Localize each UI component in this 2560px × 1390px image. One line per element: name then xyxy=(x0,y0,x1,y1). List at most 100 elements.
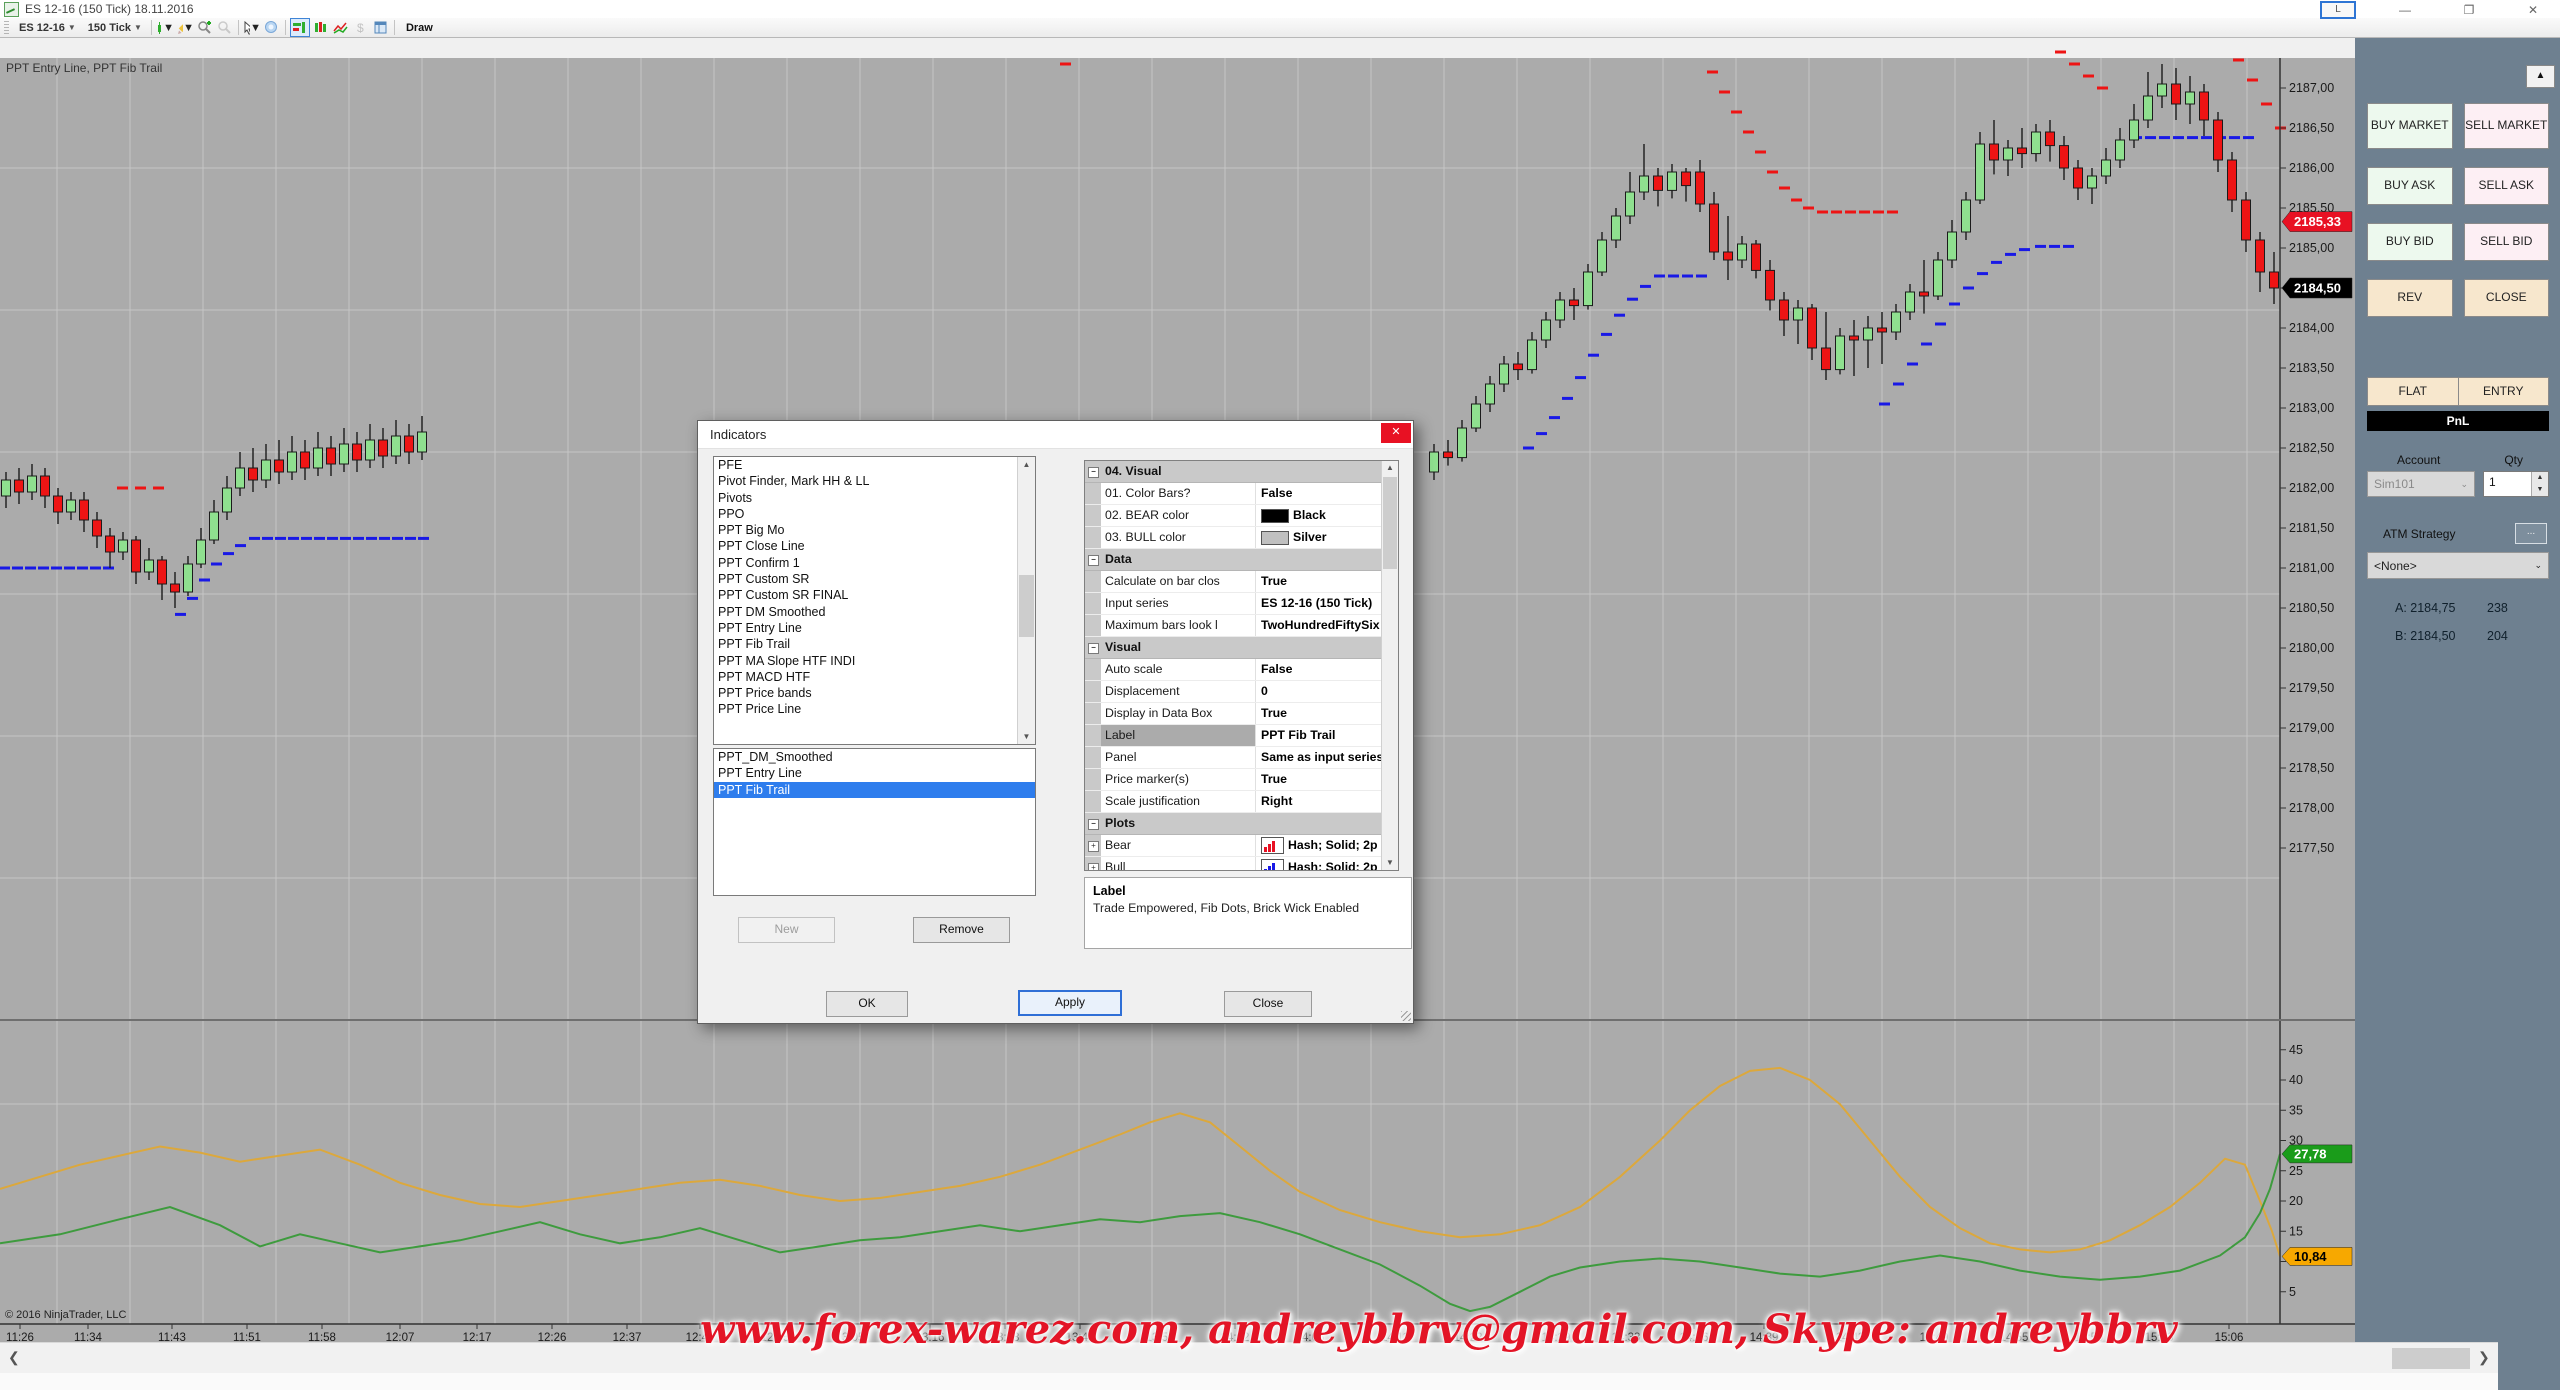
scroll-down-icon[interactable]: ▼ xyxy=(1018,729,1035,744)
zoom-in-button[interactable] xyxy=(196,19,214,36)
qty-up-icon[interactable]: ▲ xyxy=(2532,472,2548,484)
propgrid-scrollbar[interactable]: ▲ ▼ xyxy=(1381,461,1398,870)
buy-bid-button[interactable]: BUY BID xyxy=(2367,223,2453,261)
scrollbar-thumb[interactable] xyxy=(2392,1348,2470,1369)
link-button[interactable]: L xyxy=(2320,1,2356,19)
available-indicator-item[interactable]: PPT DM Smoothed xyxy=(714,604,1035,620)
close-button[interactable]: ✕ xyxy=(2518,3,2548,18)
qty-down-icon[interactable]: ▼ xyxy=(2532,484,2548,496)
property-row[interactable]: +BullHash; Solid; 2p xyxy=(1085,857,1398,871)
scrollbar-thumb[interactable] xyxy=(1019,575,1034,637)
property-row[interactable]: 03. BULL colorSilver xyxy=(1085,527,1398,549)
configured-indicator-item[interactable]: PPT Entry Line xyxy=(714,765,1035,781)
property-row[interactable]: +BearHash; Solid; 2p xyxy=(1085,835,1398,857)
property-row[interactable]: LabelPPT Fib Trail xyxy=(1085,725,1398,747)
data-box-button[interactable] xyxy=(263,19,281,36)
close-dialog-button[interactable]: Close xyxy=(1224,991,1312,1017)
indicator-property-grid[interactable]: −04. Visual01. Color Bars?False02. BEAR … xyxy=(1084,460,1399,871)
dialog-titlebar[interactable]: Indicators ✕ xyxy=(698,421,1413,449)
property-row[interactable]: PanelSame as input series xyxy=(1085,747,1398,769)
dialog-close-button[interactable]: ✕ xyxy=(1381,423,1411,443)
property-row[interactable]: Displacement0 xyxy=(1085,681,1398,703)
scroll-up-icon[interactable]: ▲ xyxy=(1018,457,1035,472)
toolbar-grip[interactable] xyxy=(4,21,9,35)
zoom-out-button[interactable] xyxy=(216,19,234,36)
entry-button[interactable]: ENTRY xyxy=(2458,377,2550,406)
scroll-left-icon[interactable]: ❮ xyxy=(8,1349,20,1366)
pnl-bar[interactable]: PnL xyxy=(2367,411,2549,431)
instrument-selector[interactable]: ES 12-16▼ xyxy=(13,19,82,36)
svg-text:2178,00: 2178,00 xyxy=(2289,801,2334,815)
remove-indicator-button[interactable]: Remove xyxy=(913,917,1010,943)
property-row[interactable]: Input seriesES 12-16 (150 Tick) xyxy=(1085,593,1398,615)
atm-more-button[interactable]: ... xyxy=(2515,523,2547,544)
dollar-panel-button[interactable]: $ xyxy=(352,19,370,36)
draw-menu[interactable]: Draw xyxy=(398,22,441,34)
restore-button[interactable]: ❐ xyxy=(2454,3,2484,18)
chart-style-button[interactable]: ▼ xyxy=(156,19,174,36)
property-category[interactable]: −Visual xyxy=(1085,637,1398,659)
atm-strategy-select[interactable]: <None>⌄ xyxy=(2367,552,2549,579)
available-indicator-item[interactable]: Pivots xyxy=(714,490,1035,506)
property-category[interactable]: −Plots xyxy=(1085,813,1398,835)
line-panel-button[interactable] xyxy=(332,19,350,36)
close-button[interactable]: CLOSE xyxy=(2464,279,2550,317)
quantity-stepper[interactable]: 1 ▲▼ xyxy=(2483,471,2549,497)
ok-button[interactable]: OK xyxy=(826,991,908,1017)
buy-ask-button[interactable]: BUY ASK xyxy=(2367,167,2453,205)
configured-indicators-list[interactable]: PPT_DM_SmoothedPPT Entry LinePPT Fib Tra… xyxy=(713,748,1036,896)
property-category[interactable]: −Data xyxy=(1085,549,1398,571)
available-indicator-item[interactable]: PPO xyxy=(714,506,1035,522)
chart-trader-button[interactable] xyxy=(290,18,310,37)
dialog-resize-grip[interactable] xyxy=(1401,1011,1411,1021)
available-indicator-item[interactable]: PPT Custom SR xyxy=(714,571,1035,587)
list-scrollbar[interactable]: ▲ ▼ xyxy=(1017,457,1035,744)
account-select[interactable]: Sim101⌄ xyxy=(2367,471,2475,497)
available-indicator-item[interactable]: PPT MACD HTF xyxy=(714,669,1035,685)
cursor-tool-button[interactable]: ▼ xyxy=(243,19,261,36)
property-row[interactable]: Auto scaleFalse xyxy=(1085,659,1398,681)
available-indicator-item[interactable]: PPT Confirm 1 xyxy=(714,555,1035,571)
available-indicator-item[interactable]: PPT MA Slope HTF INDI xyxy=(714,653,1035,669)
property-row[interactable]: Display in Data BoxTrue xyxy=(1085,703,1398,725)
rev-button[interactable]: REV xyxy=(2367,279,2453,317)
available-indicators-list[interactable]: PFEPivot Finder, Mark HH & LLPivotsPPOPP… xyxy=(713,456,1036,745)
available-indicator-item[interactable]: PPT Price Line xyxy=(714,701,1035,717)
apply-button[interactable]: Apply xyxy=(1018,990,1122,1016)
bars-panel-button[interactable] xyxy=(312,19,330,36)
configured-indicator-item[interactable]: PPT_DM_Smoothed xyxy=(714,749,1035,765)
collapse-panel-button[interactable]: ▲ xyxy=(2526,65,2555,88)
property-row[interactable]: Maximum bars look lTwoHundredFiftySix xyxy=(1085,615,1398,637)
property-row[interactable]: Calculate on bar closTrue xyxy=(1085,571,1398,593)
drawing-tool-button[interactable]: ▼ xyxy=(176,19,194,36)
svg-text:2184,00: 2184,00 xyxy=(2289,321,2334,335)
available-indicator-item[interactable]: PPT Price bands xyxy=(714,685,1035,701)
available-indicator-item[interactable]: PPT Big Mo xyxy=(714,522,1035,538)
scroll-down-icon[interactable]: ▼ xyxy=(1382,856,1398,870)
available-indicator-item[interactable]: PPT Entry Line xyxy=(714,620,1035,636)
property-row[interactable]: 01. Color Bars?False xyxy=(1085,483,1398,505)
sell-bid-button[interactable]: SELL BID xyxy=(2464,223,2550,261)
scrollbar-thumb[interactable] xyxy=(1383,477,1397,569)
available-indicator-item[interactable]: PPT Custom SR FINAL xyxy=(714,587,1035,603)
scroll-right-icon[interactable]: ❯ xyxy=(2478,1349,2490,1366)
available-indicator-item[interactable]: Pivot Finder, Mark HH & LL xyxy=(714,473,1035,489)
flat-button[interactable]: FLAT xyxy=(2367,377,2458,406)
configured-indicator-item[interactable]: PPT Fib Trail xyxy=(714,782,1035,798)
available-indicator-item[interactable]: PPT Fib Trail xyxy=(714,636,1035,652)
minimize-button[interactable]: — xyxy=(2390,3,2420,18)
property-row[interactable]: 02. BEAR colorBlack xyxy=(1085,505,1398,527)
available-indicator-item[interactable]: PFE xyxy=(714,457,1035,473)
sell-ask-button[interactable]: SELL ASK xyxy=(2464,167,2550,205)
window-titlebar[interactable]: ES 12-16 (150 Tick) 18.11.2016 xyxy=(0,0,2560,18)
available-indicator-item[interactable]: PPT Close Line xyxy=(714,538,1035,554)
scroll-up-icon[interactable]: ▲ xyxy=(1382,461,1398,475)
property-row[interactable]: Price marker(s)True xyxy=(1085,769,1398,791)
period-selector[interactable]: 150 Tick▼ xyxy=(82,19,148,36)
property-category[interactable]: −04. Visual xyxy=(1085,461,1398,483)
property-row[interactable]: Scale justificationRight xyxy=(1085,791,1398,813)
grid-panel-button[interactable] xyxy=(372,19,390,36)
sell-market-button[interactable]: SELL MARKET xyxy=(2464,103,2550,149)
svg-text:2180,00: 2180,00 xyxy=(2289,641,2334,655)
buy-market-button[interactable]: BUY MARKET xyxy=(2367,103,2453,149)
